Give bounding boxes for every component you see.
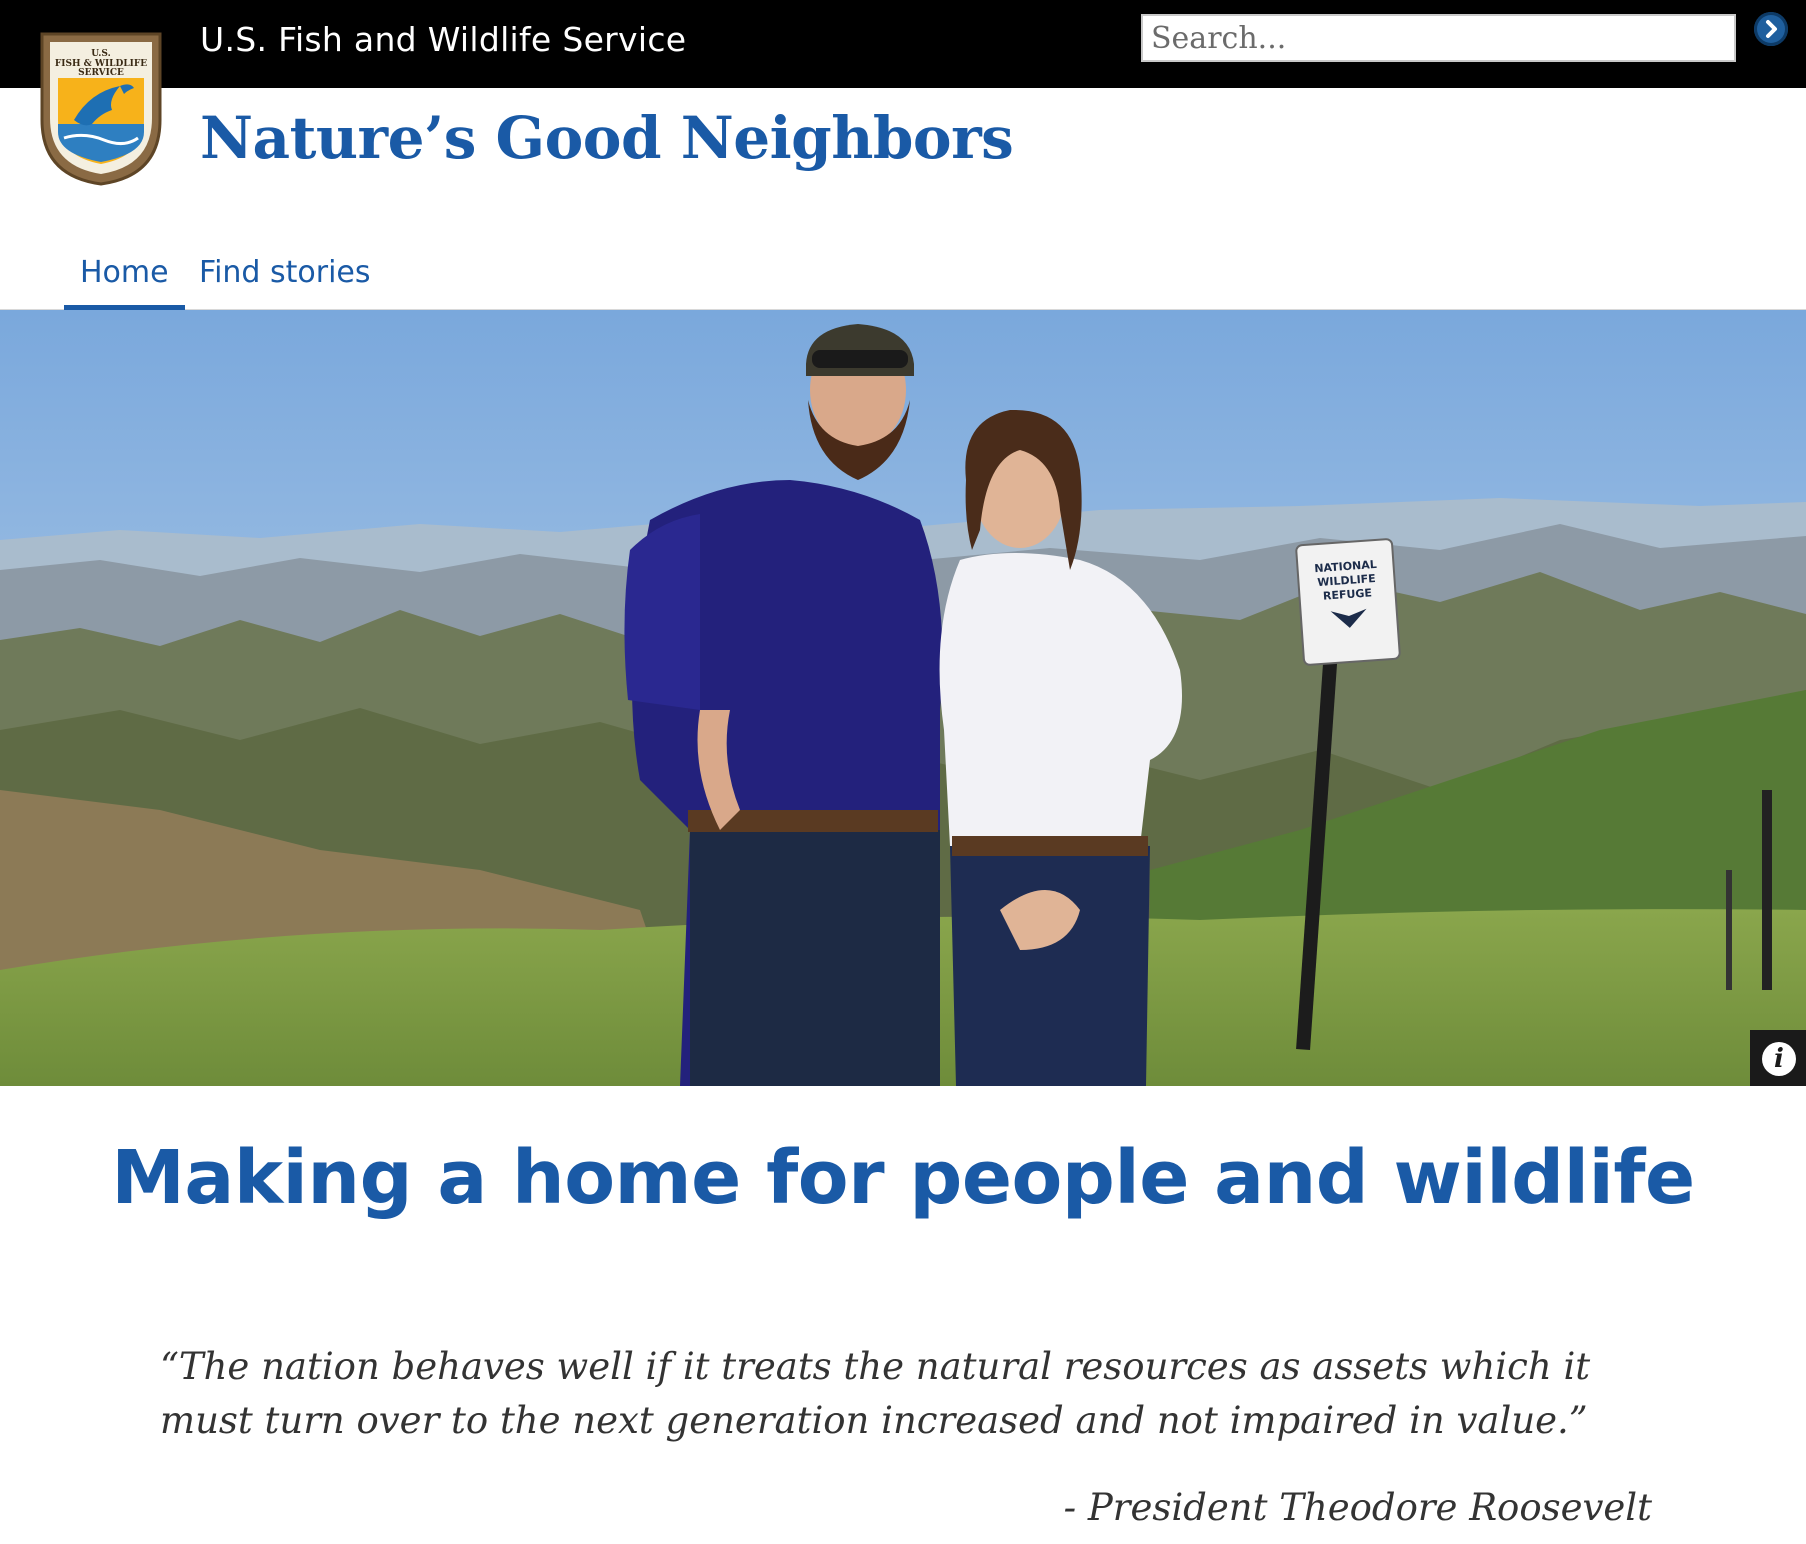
roosevelt-quote: “The nation behaves well if it treats th… bbox=[160, 1345, 1591, 1442]
fws-emblem-icon: U.S. FISH & WILDLIFE SERVICE bbox=[40, 32, 162, 186]
quote-attribution: - President Theodore Roosevelt bbox=[1063, 1486, 1652, 1529]
top-bar: U.S. Fish and Wildlife Service bbox=[0, 0, 1806, 88]
site-title[interactable]: Nature’s Good Neighbors bbox=[200, 104, 1014, 172]
photo-info-button[interactable]: i bbox=[1750, 1030, 1806, 1086]
fws-logo[interactable]: U.S. FISH & WILDLIFE SERVICE bbox=[34, 28, 168, 188]
hero-photo: NATIONAL WILDLIFE REFUGE bbox=[0, 310, 1806, 1086]
nav-home[interactable]: Home bbox=[64, 250, 185, 310]
search-input[interactable] bbox=[1141, 14, 1736, 62]
agency-name[interactable]: U.S. Fish and Wildlife Service bbox=[200, 20, 686, 59]
search-submit-button[interactable] bbox=[1754, 12, 1788, 46]
main-nav: Home Find stories bbox=[0, 240, 1806, 310]
chevron-right-icon bbox=[1766, 20, 1777, 38]
svg-text:SERVICE: SERVICE bbox=[78, 68, 124, 78]
hero-image: NATIONAL WILDLIFE REFUGE i bbox=[0, 310, 1806, 1086]
svg-text:U.S.: U.S. bbox=[91, 49, 110, 59]
nav-find-stories[interactable]: Find stories bbox=[183, 250, 387, 310]
info-icon: i bbox=[1762, 1042, 1796, 1076]
page-headline: Making a home for people and wildlife bbox=[111, 1135, 1695, 1221]
